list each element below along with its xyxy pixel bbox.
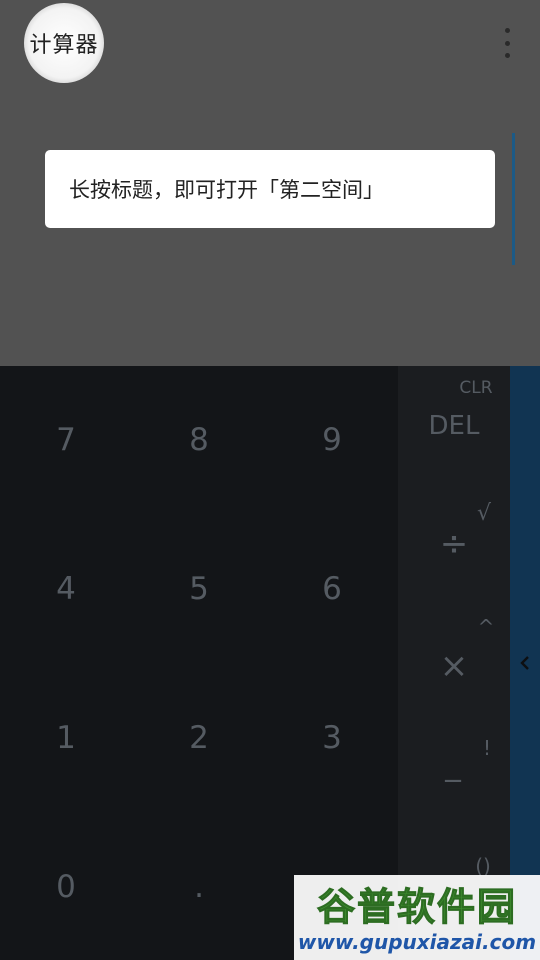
chevron-left-icon[interactable]: [516, 650, 534, 676]
key-6[interactable]: 6: [277, 549, 387, 629]
text-cursor: [512, 133, 515, 265]
key-9[interactable]: 9: [277, 400, 387, 480]
app-title-highlight[interactable]: 计算器: [24, 3, 104, 83]
number-pad: 7 8 9 4 5 6 1 2 3 0 .: [0, 366, 398, 960]
overflow-menu-icon[interactable]: [496, 28, 518, 58]
watermark-url: www.gupuxiazai.com: [297, 930, 537, 954]
watermark-logo: 谷普软件园 www.gupuxiazai.com: [294, 875, 540, 960]
key-2[interactable]: 2: [144, 698, 254, 778]
delete-button[interactable]: DEL: [416, 408, 492, 444]
watermark-title: 谷普软件园: [316, 884, 517, 929]
sqrt-button[interactable]: √: [472, 498, 496, 528]
key-1[interactable]: 1: [11, 698, 121, 778]
key-5[interactable]: 5: [144, 549, 254, 629]
key-4[interactable]: 4: [11, 549, 121, 629]
tooltip-hint: 长按标题，即可打开「第二空间」: [45, 150, 495, 228]
clear-button[interactable]: CLR: [454, 376, 498, 400]
key-7[interactable]: 7: [11, 400, 121, 480]
operator-column: CLR DEL √ ÷ ^ × ! − (): [398, 366, 510, 960]
key-decimal[interactable]: .: [144, 847, 254, 927]
tooltip-text: 长按标题，即可打开「第二空间」: [69, 178, 384, 202]
minus-button[interactable]: −: [438, 764, 468, 798]
app-title[interactable]: 计算器: [29, 27, 98, 59]
factorial-button[interactable]: !: [478, 736, 496, 760]
key-3[interactable]: 3: [277, 698, 387, 778]
key-0[interactable]: 0: [11, 847, 121, 927]
multiply-button[interactable]: ×: [434, 646, 474, 686]
display-area: 计算器 长按标题，即可打开「第二空间」: [0, 0, 540, 366]
divide-button[interactable]: ÷: [434, 524, 474, 564]
key-8[interactable]: 8: [144, 400, 254, 480]
power-button[interactable]: ^: [476, 615, 496, 639]
